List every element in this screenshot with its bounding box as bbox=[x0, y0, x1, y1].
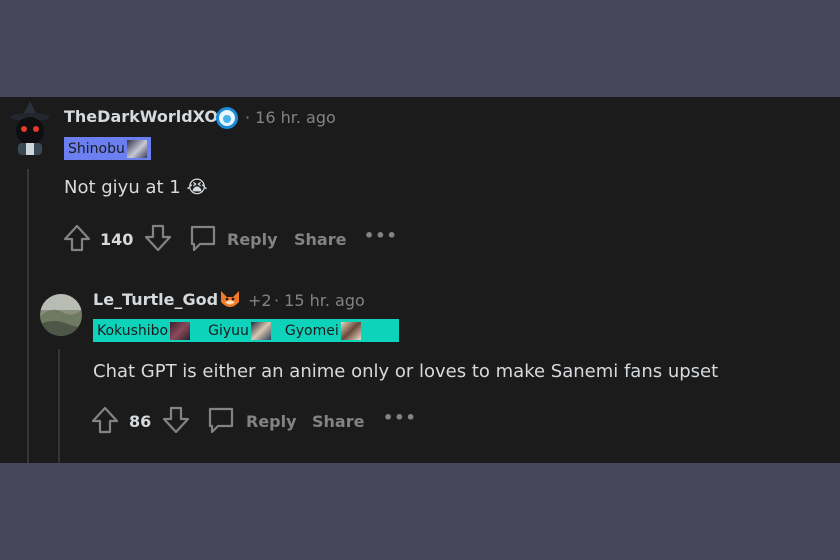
flair-label: Giyuu bbox=[208, 322, 249, 339]
downvote-button[interactable] bbox=[161, 405, 191, 435]
reply-button[interactable]: Reply bbox=[206, 405, 306, 435]
share-button[interactable]: Share bbox=[294, 230, 346, 249]
fox-award-icon bbox=[218, 288, 242, 312]
comment-text: Not giyu at 1 bbox=[64, 177, 181, 198]
flair-character-icon bbox=[170, 321, 191, 340]
comment-bubble-icon bbox=[208, 407, 234, 434]
flair-label: Kokushibo bbox=[97, 322, 169, 339]
comment-body: Not giyu at 1 😭 bbox=[64, 177, 208, 198]
award-badge-icon bbox=[215, 106, 239, 130]
flair-label: Gyomei bbox=[284, 322, 339, 339]
award-count: +2 bbox=[248, 291, 272, 310]
reply-label: Reply bbox=[227, 230, 278, 249]
comment-author[interactable]: Le_Turtle_God bbox=[93, 290, 218, 309]
flair-label: Shinobu bbox=[68, 140, 125, 157]
crying-emoji-icon: 😭 bbox=[186, 177, 208, 198]
user-flair: Shinobu bbox=[64, 137, 151, 160]
vote-count: 140 bbox=[100, 230, 134, 249]
comment-author[interactable]: TheDarkWorldXO bbox=[64, 107, 218, 126]
witch-hat-avatar-icon bbox=[10, 101, 50, 155]
comment-body: Chat GPT is either an anime only or love… bbox=[93, 361, 719, 382]
thread-line[interactable] bbox=[27, 169, 29, 463]
user-avatar[interactable] bbox=[40, 294, 82, 336]
thread-line[interactable] bbox=[58, 349, 60, 463]
more-options-button[interactable]: ••• bbox=[383, 408, 417, 427]
upvote-button[interactable] bbox=[90, 405, 120, 435]
reply-label: Reply bbox=[246, 412, 297, 431]
comment-timestamp: · 16 hr. ago bbox=[245, 108, 336, 127]
user-flair: Kokushibo Giyuu Gyomei bbox=[93, 319, 399, 342]
landscape-avatar-icon bbox=[40, 294, 82, 336]
share-button[interactable]: Share bbox=[312, 412, 364, 431]
flair-character-icon bbox=[340, 321, 361, 340]
flair-character-icon bbox=[250, 321, 271, 340]
comment-timestamp: · 15 hr. ago bbox=[274, 291, 365, 310]
downvote-button[interactable] bbox=[143, 223, 173, 253]
upvote-button[interactable] bbox=[62, 223, 92, 253]
comment-bubble-icon bbox=[190, 225, 216, 252]
comments-panel: TheDarkWorldXO · 16 hr. ago Shinobu Not … bbox=[0, 97, 840, 463]
more-options-button[interactable]: ••• bbox=[364, 226, 398, 245]
reply-button[interactable]: Reply bbox=[188, 223, 288, 253]
flair-character-icon bbox=[126, 139, 147, 158]
user-avatar[interactable] bbox=[8, 101, 52, 155]
vote-count: 86 bbox=[129, 412, 152, 431]
